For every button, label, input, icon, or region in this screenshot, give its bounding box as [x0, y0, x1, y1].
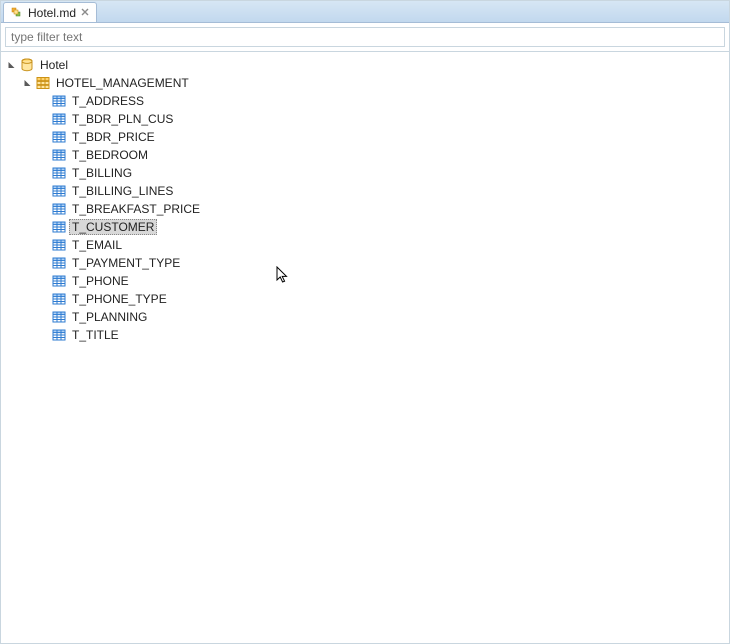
tree-label[interactable]: T_TITLE: [69, 327, 122, 343]
tree-node-t-customer: T_CUSTOMER: [37, 218, 729, 236]
expander-spacer: [37, 275, 49, 287]
database-icon: [19, 57, 35, 73]
tree-label[interactable]: T_PHONE: [69, 273, 132, 289]
table-icon: [51, 183, 67, 199]
filter-input[interactable]: [5, 27, 725, 47]
tree-node-t-email: T_EMAIL: [37, 236, 729, 254]
tree-node-t-billing: T_BILLING: [37, 164, 729, 182]
tree-children: T_ADDRESS T_BDR_PLN_CUS T_BDR_PRICE T_BE…: [21, 92, 729, 344]
tree-row[interactable]: T_BEDROOM: [37, 146, 729, 164]
tree-node-hotel-management: HOTEL_MANAGEMENT T_ADDRESS T_BDR_PLN_CUS…: [21, 74, 729, 344]
expander-spacer: [37, 329, 49, 341]
tree-view[interactable]: Hotel HOTEL_MANAGEMENT T_ADDRESS T_BDR_P…: [1, 52, 729, 643]
tab-bar: Hotel.md: [1, 1, 729, 23]
table-icon: [51, 291, 67, 307]
expander-spacer: [37, 311, 49, 323]
table-icon: [51, 327, 67, 343]
tree-label[interactable]: T_CUSTOMER: [69, 219, 157, 235]
tree-row[interactable]: T_ADDRESS: [37, 92, 729, 110]
tree-row[interactable]: T_EMAIL: [37, 236, 729, 254]
schema-icon: [35, 75, 51, 91]
tree-node-t-breakfast-price: T_BREAKFAST_PRICE: [37, 200, 729, 218]
tree-label[interactable]: T_BDR_PRICE: [69, 129, 158, 145]
expander-spacer: [37, 149, 49, 161]
tree-row[interactable]: T_PLANNING: [37, 308, 729, 326]
file-icon: [10, 6, 24, 20]
tree-node-t-address: T_ADDRESS: [37, 92, 729, 110]
table-icon: [51, 147, 67, 163]
tab-hotel-md[interactable]: Hotel.md: [3, 2, 97, 22]
expander-spacer: [37, 185, 49, 197]
tree-row[interactable]: T_PHONE_TYPE: [37, 290, 729, 308]
tree-children: HOTEL_MANAGEMENT T_ADDRESS T_BDR_PLN_CUS…: [5, 74, 729, 344]
tree-node-hotel: Hotel HOTEL_MANAGEMENT T_ADDRESS T_BDR_P…: [5, 56, 729, 344]
chevron-down-icon[interactable]: [5, 59, 17, 71]
tree-row[interactable]: Hotel: [5, 56, 729, 74]
tree-label[interactable]: T_PLANNING: [69, 309, 150, 325]
filter-row: [1, 23, 729, 52]
table-icon: [51, 219, 67, 235]
tree-node-t-billing-lines: T_BILLING_LINES: [37, 182, 729, 200]
expander-spacer: [37, 221, 49, 233]
table-icon: [51, 309, 67, 325]
close-icon[interactable]: [80, 8, 90, 18]
table-icon: [51, 201, 67, 217]
tree-label[interactable]: Hotel: [37, 57, 71, 73]
tree-row[interactable]: T_CUSTOMER: [37, 218, 729, 236]
tree-node-t-payment-type: T_PAYMENT_TYPE: [37, 254, 729, 272]
table-icon: [51, 237, 67, 253]
table-icon: [51, 273, 67, 289]
tree-node-t-phone-type: T_PHONE_TYPE: [37, 290, 729, 308]
tree-label[interactable]: T_BDR_PLN_CUS: [69, 111, 176, 127]
tree-node-t-phone: T_PHONE: [37, 272, 729, 290]
tree-label[interactable]: T_BEDROOM: [69, 147, 151, 163]
table-icon: [51, 255, 67, 271]
tree-label[interactable]: T_ADDRESS: [69, 93, 147, 109]
table-icon: [51, 129, 67, 145]
table-icon: [51, 111, 67, 127]
expander-spacer: [37, 257, 49, 269]
expander-spacer: [37, 239, 49, 251]
expander-spacer: [37, 167, 49, 179]
tree-label[interactable]: T_BREAKFAST_PRICE: [69, 201, 203, 217]
expander-spacer: [37, 131, 49, 143]
tree-row[interactable]: T_TITLE: [37, 326, 729, 344]
expander-spacer: [37, 293, 49, 305]
chevron-down-icon[interactable]: [21, 77, 33, 89]
tree-label[interactable]: T_BILLING: [69, 165, 135, 181]
expander-spacer: [37, 203, 49, 215]
tree-label[interactable]: HOTEL_MANAGEMENT: [53, 75, 192, 91]
tree-label[interactable]: T_PAYMENT_TYPE: [69, 255, 183, 271]
tree-row[interactable]: T_BILLING: [37, 164, 729, 182]
editor-window: Hotel.md Hotel HOTEL_MANAGEMENT: [0, 0, 730, 644]
tree-row[interactable]: T_BDR_PLN_CUS: [37, 110, 729, 128]
tree-label[interactable]: T_BILLING_LINES: [69, 183, 176, 199]
tree-node-t-bdr-pln-cus: T_BDR_PLN_CUS: [37, 110, 729, 128]
tree-row[interactable]: T_BDR_PRICE: [37, 128, 729, 146]
tree-node-t-planning: T_PLANNING: [37, 308, 729, 326]
tree-row[interactable]: HOTEL_MANAGEMENT: [21, 74, 729, 92]
tree-row[interactable]: T_BREAKFAST_PRICE: [37, 200, 729, 218]
tree-node-t-bdr-price: T_BDR_PRICE: [37, 128, 729, 146]
tree-row[interactable]: T_PAYMENT_TYPE: [37, 254, 729, 272]
tree-row[interactable]: T_PHONE: [37, 272, 729, 290]
tree-node-t-bedroom: T_BEDROOM: [37, 146, 729, 164]
tree-label[interactable]: T_PHONE_TYPE: [69, 291, 170, 307]
tree-row[interactable]: T_BILLING_LINES: [37, 182, 729, 200]
tree-label[interactable]: T_EMAIL: [69, 237, 125, 253]
table-icon: [51, 165, 67, 181]
expander-spacer: [37, 95, 49, 107]
expander-spacer: [37, 113, 49, 125]
table-icon: [51, 93, 67, 109]
tab-label: Hotel.md: [28, 6, 76, 20]
tree-node-t-title: T_TITLE: [37, 326, 729, 344]
